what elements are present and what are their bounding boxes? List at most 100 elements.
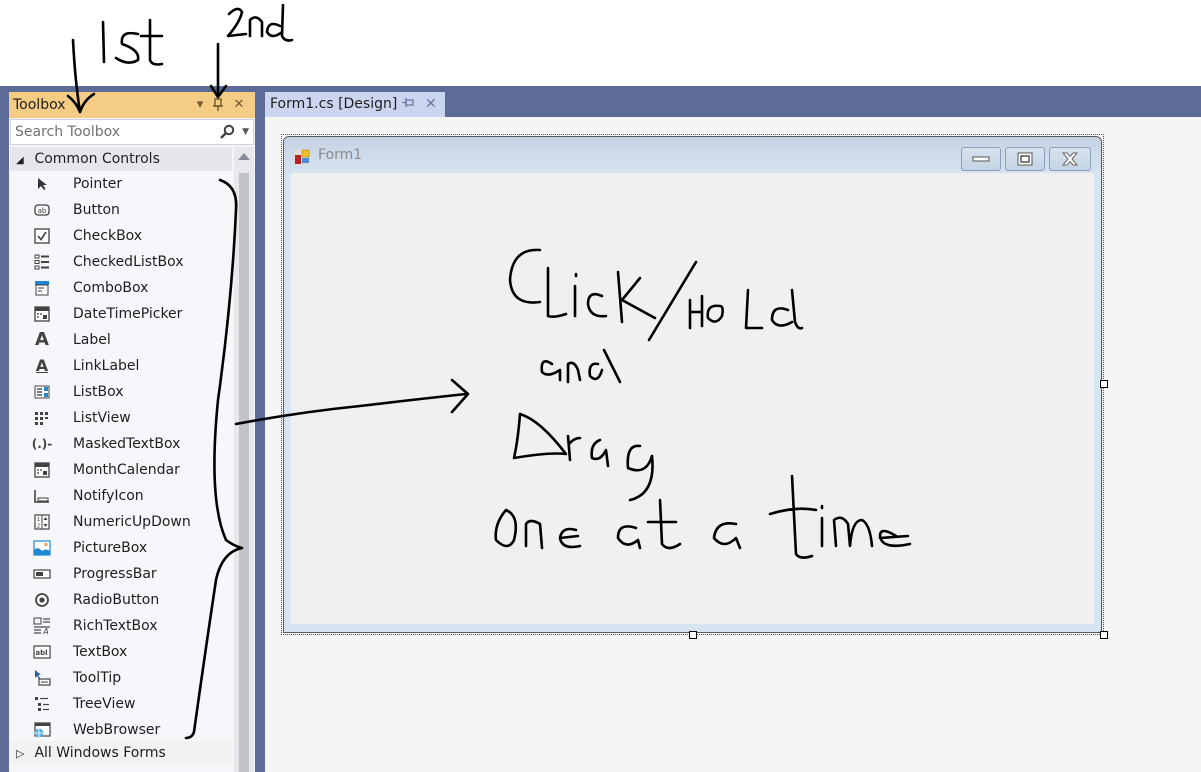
item-label: Pointer: [73, 176, 123, 192]
search-icon[interactable]: [219, 120, 235, 147]
category-all-windows-forms[interactable]: ▷ All Windows Forms: [10, 741, 232, 765]
item-label: MaskedTextBox: [73, 436, 181, 452]
combobox-icon: [33, 279, 51, 297]
toolbox-item-tooltip[interactable]: ToolTip: [10, 665, 232, 691]
button-icon: ab: [33, 201, 51, 219]
form-title-bar: Form1: [284, 137, 1101, 173]
toolbox-item-textbox[interactable]: abl TextBox: [10, 639, 232, 665]
maximize-button[interactable]: [1005, 147, 1045, 171]
linklabel-icon: A: [35, 356, 49, 375]
item-label: ListView: [73, 410, 131, 426]
item-label: ComboBox: [73, 280, 149, 296]
expanded-arrow-icon: ◢: [16, 155, 24, 166]
close-icon[interactable]: ✕: [230, 92, 248, 118]
toolbox-item-richtextbox[interactable]: A RichTextBox: [10, 613, 232, 639]
toolbox-item-label[interactable]: A Label: [10, 327, 232, 353]
category-label: All Windows Forms: [34, 745, 166, 761]
toolbox-item-webbrowser[interactable]: WebBrowser: [10, 717, 232, 743]
item-label: LinkLabel: [73, 358, 140, 374]
toolbox-item-checkbox[interactable]: CheckBox: [10, 223, 232, 249]
toolbox-item-datetimepicker[interactable]: DateTimePicker: [10, 301, 232, 327]
minimize-icon: [972, 156, 990, 162]
toolbox-item-numericupdown[interactable]: 12 NumericUpDown: [10, 509, 232, 535]
resize-handle-bottom[interactable]: [689, 631, 697, 639]
toolbox-item-listview[interactable]: ListView: [10, 405, 232, 431]
item-label: MonthCalendar: [73, 462, 180, 478]
category-common-controls[interactable]: ◢ Common Controls: [10, 147, 232, 171]
toolbox-item-notifyicon[interactable]: NotifyIcon: [10, 483, 232, 509]
toolbox-item-linklabel[interactable]: A LinkLabel: [10, 353, 232, 379]
toolbox-item-listbox[interactable]: ListBox: [10, 379, 232, 405]
webbrowser-icon: [33, 721, 51, 739]
numericupdown-icon: 12: [33, 513, 51, 531]
tab-form1-design[interactable]: Form1.cs [Design] ✕: [265, 92, 445, 117]
toolbox-search[interactable]: ▼: [10, 119, 254, 145]
toolbox-item-maskedtextbox[interactable]: (.)- MaskedTextBox: [10, 431, 232, 457]
form-client-area[interactable]: [291, 173, 1094, 624]
form-window[interactable]: Form1: [283, 136, 1102, 633]
notifyicon-icon: [33, 487, 51, 505]
search-options-dropdown-icon[interactable]: ▼: [242, 120, 249, 144]
category-label: Common Controls: [34, 151, 160, 167]
svg-text:A: A: [42, 627, 48, 635]
resize-handle-right[interactable]: [1100, 380, 1108, 388]
item-label: NotifyIcon: [73, 488, 144, 504]
annotation-area: [0, 0, 1201, 86]
datetimepicker-icon: [33, 305, 51, 323]
item-label: RichTextBox: [73, 618, 158, 634]
toolbox-list: ◢ Common Controls Pointer ab Button Chec…: [10, 147, 232, 772]
item-label: TextBox: [73, 644, 128, 660]
toolbox-item-progressbar[interactable]: ProgressBar: [10, 561, 232, 587]
svg-text:1: 1: [37, 517, 41, 523]
visual-studio-window: Toolbox ▾ ✕ ▼ ◢ Common Controls: [0, 86, 1201, 772]
designer-surface: Form1: [265, 117, 1201, 772]
treeview-icon: [33, 695, 51, 713]
maximize-icon: [1017, 152, 1033, 166]
item-label: RadioButton: [73, 592, 160, 608]
item-label: ToolTip: [73, 670, 122, 686]
label-icon: A: [35, 329, 49, 350]
minimize-button[interactable]: [961, 147, 1001, 171]
toolbox-item-treeview[interactable]: TreeView: [10, 691, 232, 717]
tab-label: Form1.cs [Design]: [270, 96, 398, 112]
item-label: DateTimePicker: [73, 306, 183, 322]
scroll-up-icon[interactable]: [238, 153, 250, 160]
toolbox-item-radiobutton[interactable]: RadioButton: [10, 587, 232, 613]
svg-text:ab: ab: [38, 207, 47, 215]
item-label: TreeView: [73, 696, 136, 712]
pointer-icon: [33, 175, 51, 193]
toolbox-item-button[interactable]: ab Button: [10, 197, 232, 223]
svg-text:2: 2: [37, 524, 41, 530]
toolbox-item-picturebox[interactable]: PictureBox: [10, 535, 232, 561]
toolbox-item-monthcalendar[interactable]: MonthCalendar: [10, 457, 232, 483]
close-tab-icon[interactable]: ✕: [425, 92, 437, 117]
toolbox-scrollbar[interactable]: [234, 147, 254, 772]
toolbox-item-checkedlistbox[interactable]: CheckedListBox: [10, 249, 232, 275]
scrollbar-thumb[interactable]: [239, 173, 249, 772]
richtextbox-icon: A: [33, 617, 51, 635]
toolbox-item-combobox[interactable]: ComboBox: [10, 275, 232, 301]
item-label: CheckedListBox: [73, 254, 184, 270]
close-form-icon: [1061, 152, 1079, 166]
toolbox-header[interactable]: Toolbox ▾ ✕: [9, 92, 255, 118]
item-label: PictureBox: [73, 540, 148, 556]
listview-icon: [33, 409, 51, 427]
item-label: CheckBox: [73, 228, 143, 244]
item-label: Button: [73, 202, 120, 218]
form-app-icon: [294, 149, 310, 165]
maskedtextbox-icon: (.)-: [31, 437, 53, 451]
toolbox-title: Toolbox: [13, 97, 66, 113]
listbox-icon: [33, 383, 51, 401]
search-input[interactable]: [15, 124, 205, 140]
item-label: Label: [73, 332, 111, 348]
item-label: ProgressBar: [73, 566, 157, 582]
close-form-button[interactable]: [1049, 147, 1091, 171]
pin-tab-icon[interactable]: [402, 92, 414, 117]
toolbox-panel: Toolbox ▾ ✕ ▼ ◢ Common Controls: [9, 92, 255, 772]
resize-handle-bottom-right[interactable]: [1100, 631, 1108, 639]
pin-icon[interactable]: [209, 92, 227, 118]
dropdown-arrow-icon[interactable]: ▾: [191, 92, 209, 118]
svg-text:abl: abl: [35, 649, 47, 657]
picturebox-icon: [33, 539, 51, 557]
toolbox-item-pointer[interactable]: Pointer: [10, 171, 232, 197]
